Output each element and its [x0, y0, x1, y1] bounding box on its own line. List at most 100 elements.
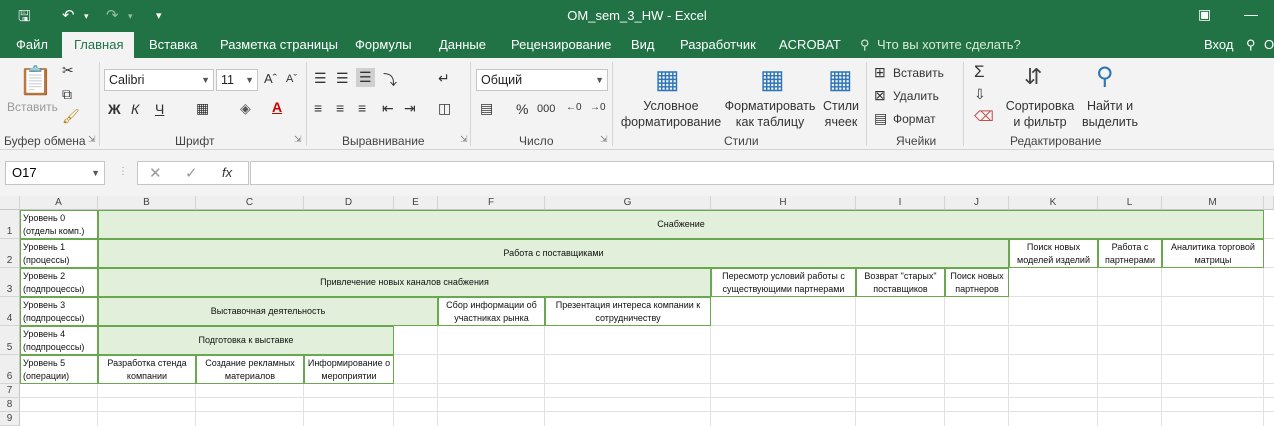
- column-header[interactable]: K: [1009, 196, 1098, 210]
- row-header[interactable]: 3: [0, 268, 20, 297]
- cell-l2[interactable]: Работа с партнерами: [1098, 239, 1162, 268]
- column-header[interactable]: F: [438, 196, 545, 210]
- fill-color-icon[interactable]: ◈: [240, 100, 251, 117]
- percent-button[interactable]: %: [516, 101, 528, 117]
- tab-file[interactable]: Файл: [4, 32, 60, 58]
- tab-developer[interactable]: Разработчик: [668, 32, 768, 58]
- paste-icon[interactable]: 📋: [18, 64, 53, 97]
- font-size-combo[interactable]: 11 ▼: [216, 69, 258, 91]
- orientation-icon[interactable]: ⤵: [383, 70, 397, 90]
- decrease-decimal-icon[interactable]: →0: [590, 102, 606, 113]
- name-box[interactable]: O17 ▼: [5, 161, 105, 185]
- sort-filter-button[interactable]: Сортировка и фильтр: [1004, 98, 1076, 130]
- cell-a3[interactable]: Уровень 2 (подпроцессы): [20, 268, 98, 297]
- italic-button[interactable]: К: [131, 101, 139, 117]
- column-header[interactable]: I: [856, 196, 945, 210]
- select-all-corner[interactable]: [0, 196, 20, 210]
- cell-f4[interactable]: Сбор информации об участниках рынка: [438, 297, 545, 326]
- formula-input[interactable]: [250, 161, 1274, 185]
- column-header[interactable]: D: [304, 196, 394, 210]
- cell-d6[interactable]: Информирование о мероприятии: [304, 355, 394, 384]
- share-user-icon[interactable]: ⚲: [1246, 32, 1256, 58]
- align-left-icon[interactable]: ≡: [314, 100, 322, 116]
- column-header[interactable]: G: [545, 196, 711, 210]
- column-header[interactable]: L: [1098, 196, 1162, 210]
- cell-level4-preparation[interactable]: Подготовка к выставке: [98, 326, 394, 355]
- tab-insert[interactable]: Вставка: [137, 32, 209, 58]
- row-header[interactable]: 7: [0, 384, 20, 398]
- clear-icon[interactable]: ⌫: [974, 108, 994, 125]
- format-as-table-icon[interactable]: ▦: [760, 64, 785, 95]
- format-cells-icon[interactable]: ▤: [874, 110, 887, 127]
- column-header[interactable]: C: [196, 196, 304, 210]
- cell-a5[interactable]: Уровень 4 (подпроцессы): [20, 326, 98, 355]
- tab-review[interactable]: Рецензирование: [499, 32, 623, 58]
- align-center-icon[interactable]: ≡: [336, 100, 344, 116]
- cancel-icon[interactable]: ✕: [149, 164, 162, 182]
- fill-icon[interactable]: ⇩: [974, 86, 986, 103]
- font-color-icon[interactable]: A: [272, 99, 282, 115]
- tab-data[interactable]: Данные: [427, 32, 498, 58]
- comma-style-button[interactable]: 000: [537, 103, 555, 115]
- font-name-combo[interactable]: Calibri ▼: [104, 69, 214, 91]
- currency-icon[interactable]: ▤: [480, 100, 493, 117]
- wrap-text-icon[interactable]: ↵: [438, 70, 450, 87]
- row-header[interactable]: 1: [0, 210, 20, 239]
- grow-font-icon[interactable]: Aˆ: [264, 71, 277, 86]
- cell-a6[interactable]: Уровень 5 (операции): [20, 355, 98, 384]
- increase-decimal-icon[interactable]: ←0: [566, 102, 582, 113]
- minimize-icon[interactable]: —: [1244, 6, 1258, 22]
- enter-icon[interactable]: ✓: [185, 164, 198, 182]
- cell-j3[interactable]: Поиск новых партнеров: [945, 268, 1009, 297]
- merge-center-icon[interactable]: ◫: [438, 100, 451, 117]
- dialog-launcher-icon[interactable]: ⇲: [294, 134, 302, 145]
- find-select-icon[interactable]: ⚲: [1096, 62, 1114, 91]
- row-header[interactable]: 5: [0, 326, 20, 355]
- sign-in-link[interactable]: Вход: [1192, 32, 1245, 58]
- cell-level3-exhibitions[interactable]: Выставочная деятельность: [98, 297, 438, 326]
- cell-a2[interactable]: Уровень 1 (процессы): [20, 239, 98, 268]
- cell-level0-supply[interactable]: Снабжение: [98, 210, 1264, 239]
- column-header[interactable]: A: [20, 196, 98, 210]
- bold-button[interactable]: Ж: [108, 101, 121, 117]
- conditional-formatting-button[interactable]: Условное форматирование: [618, 98, 724, 130]
- insert-function-button[interactable]: fx: [222, 165, 232, 180]
- delete-cells-icon[interactable]: ⊠: [874, 87, 886, 104]
- sort-filter-icon[interactable]: ⇵: [1024, 64, 1042, 90]
- tab-view[interactable]: Вид: [619, 32, 667, 58]
- align-middle-icon[interactable]: ☰: [336, 70, 349, 87]
- align-right-icon[interactable]: ≡: [358, 100, 366, 116]
- copy-icon[interactable]: ⧉: [62, 86, 72, 103]
- share-label[interactable]: О: [1264, 32, 1274, 58]
- row-header[interactable]: 4: [0, 297, 20, 326]
- tab-home[interactable]: Главная: [62, 32, 134, 58]
- column-header[interactable]: M: [1162, 196, 1264, 210]
- increase-indent-icon[interactable]: ⇥: [404, 100, 416, 117]
- row-header[interactable]: 9: [0, 412, 20, 426]
- cell-a1[interactable]: Уровень 0 (отделы комп.): [20, 210, 98, 239]
- align-bottom-icon[interactable]: ☰: [356, 68, 375, 87]
- format-cells-button[interactable]: Формат: [893, 112, 936, 126]
- underline-button[interactable]: Ч: [155, 101, 164, 117]
- column-header[interactable]: J: [945, 196, 1009, 210]
- find-select-button[interactable]: Найти и выделить: [1078, 98, 1142, 130]
- dialog-launcher-icon[interactable]: ⇲: [460, 134, 468, 145]
- paste-button[interactable]: Вставить: [7, 100, 58, 114]
- autosum-icon[interactable]: Σ: [974, 62, 985, 82]
- conditional-formatting-icon[interactable]: ▦: [655, 64, 680, 95]
- cell-m2[interactable]: Аналитика торговой матрицы: [1162, 239, 1264, 268]
- cut-icon[interactable]: ✂: [62, 62, 74, 79]
- cell-i3[interactable]: Возврат "старых" поставщиков: [856, 268, 945, 297]
- row-header[interactable]: 6: [0, 355, 20, 384]
- insert-cells-button[interactable]: Вставить: [893, 66, 944, 80]
- cell-styles-button[interactable]: Стили ячеек: [816, 98, 866, 130]
- cell-a4[interactable]: Уровень 3 (подпроцессы): [20, 297, 98, 326]
- tell-me-search[interactable]: Что вы хотите сделать?: [877, 32, 1021, 58]
- delete-cells-button[interactable]: Удалить: [893, 89, 939, 103]
- cell-g4[interactable]: Презентация интереса компании к сотрудни…: [545, 297, 711, 326]
- cell-k2[interactable]: Поиск новых моделей изделий: [1009, 239, 1098, 268]
- format-as-table-button[interactable]: Форматировать как таблицу: [724, 98, 816, 130]
- cell-h3[interactable]: Пересмотр условий работы с существующими…: [711, 268, 856, 297]
- number-format-combo[interactable]: Общий ▼: [476, 69, 608, 91]
- row-header[interactable]: 2: [0, 239, 20, 268]
